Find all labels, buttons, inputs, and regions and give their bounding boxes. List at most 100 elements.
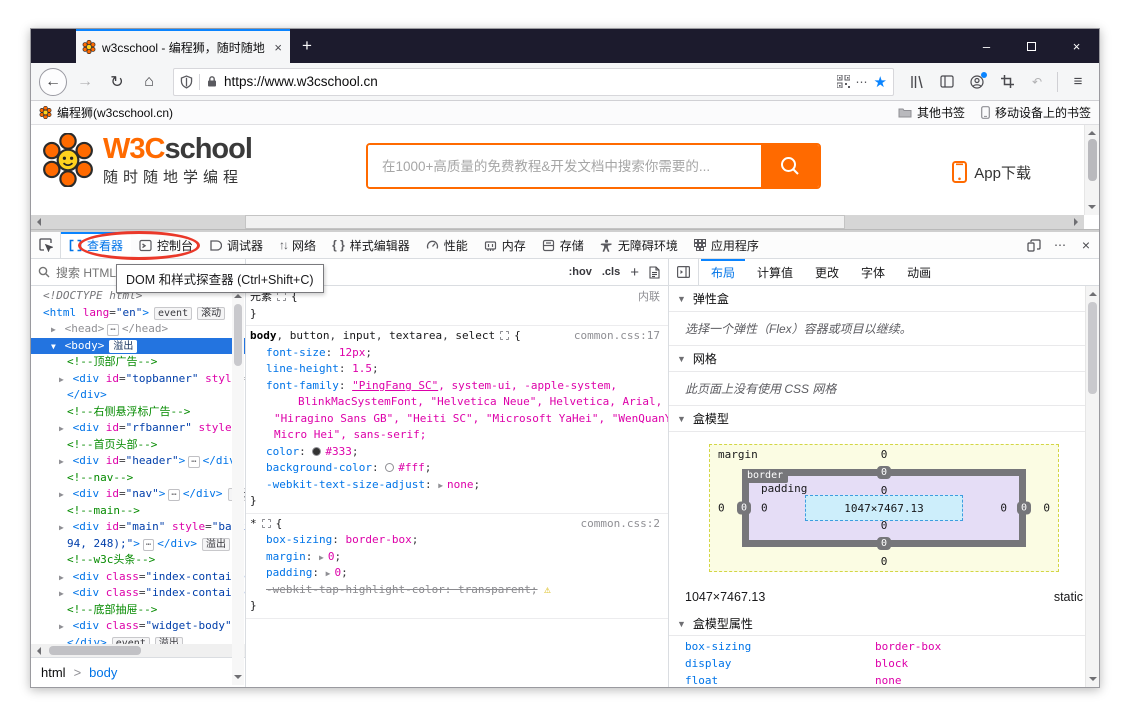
markup-line[interactable]: <!--首页头部-->	[31, 437, 245, 454]
markup-line[interactable]: ▶ <div id="header"> ⋯ </div>	[31, 453, 245, 470]
tab-memory[interactable]: 内存	[476, 232, 534, 258]
markup-line[interactable]: </div>	[31, 387, 245, 404]
css-line[interactable]: background-color: #fff;	[246, 460, 668, 477]
page-vertical-scrollbar[interactable]	[1084, 125, 1099, 215]
markup-line[interactable]: ▶ <div id="main" style="back	[31, 519, 245, 536]
pick-element-button[interactable]	[31, 232, 61, 258]
tab-application[interactable]: 应用程序	[686, 232, 767, 258]
tab-performance[interactable]: 性能	[418, 232, 476, 258]
css-line[interactable]: box-sizing: border-box;	[246, 532, 668, 549]
border-left-value[interactable]: 0	[737, 501, 752, 515]
markup-line[interactable]: ▶ <div class="index-containe	[31, 569, 245, 586]
add-rule-icon[interactable]: +	[630, 264, 639, 281]
forward-button[interactable]: →	[71, 68, 99, 96]
scrollbar-thumb[interactable]	[245, 215, 845, 229]
mobile-bookmarks[interactable]: 移动设备上的书签	[981, 104, 1091, 121]
boxmodel-props-header[interactable]: ▼ 盒模型属性	[669, 612, 1099, 636]
tab-layout[interactable]: 布局	[701, 259, 745, 285]
tree-vertical-scrollbar[interactable]	[232, 288, 244, 685]
layout-vertical-scrollbar[interactable]	[1085, 286, 1099, 687]
lock-icon[interactable]	[206, 75, 218, 88]
css-line[interactable]: line-height: 1.5;	[246, 361, 668, 378]
boxmodel-prop-row[interactable]: float none	[669, 672, 1099, 687]
scroll-up-icon[interactable]	[1086, 286, 1100, 300]
library-icon[interactable]	[904, 69, 930, 95]
scroll-left-icon[interactable]	[31, 644, 45, 658]
home-button[interactable]: ⌂	[135, 68, 163, 96]
tab-style-editor[interactable]: { } 样式编辑器	[324, 232, 418, 258]
boxmodel-section-header[interactable]: ▼ 盒模型	[669, 406, 1099, 432]
markup-line[interactable]: <!--main-->	[31, 503, 245, 520]
account-icon[interactable]	[964, 69, 990, 95]
markup-line[interactable]: ▶ <div class="index-containe	[31, 585, 245, 602]
css-line[interactable]: -webkit-tap-highlight-color: transparent…	[246, 582, 668, 599]
border-right-value[interactable]: 0	[1016, 501, 1031, 515]
scroll-down-icon[interactable]	[1086, 673, 1100, 687]
scrollbar-thumb[interactable]	[49, 646, 141, 655]
css-line[interactable]: common.css:17 body, button, input, textar…	[246, 328, 668, 345]
menu-icon[interactable]: ≡	[1065, 69, 1091, 95]
maximize-button[interactable]	[1009, 29, 1054, 63]
flexbox-section-header[interactable]: ▼ 弹性盒	[669, 286, 1099, 312]
markup-line[interactable]: </div> event 溢出	[31, 635, 245, 644]
tab-changes[interactable]: 更改	[805, 259, 849, 285]
scrollbar-thumb[interactable]	[1088, 302, 1097, 394]
tree-horizontal-scrollbar[interactable]	[31, 644, 245, 657]
w3cschool-logo[interactable]: W3Cschool 随时随地学编程	[41, 133, 253, 187]
shield-icon[interactable]	[180, 74, 193, 89]
tab-storage[interactable]: 存储	[534, 232, 592, 258]
markup-line[interactable]: <!--nav-->	[31, 470, 245, 487]
scrollbar-thumb[interactable]	[234, 304, 242, 366]
url-text[interactable]: https://www.w3cschool.cn	[224, 74, 831, 89]
markup-line[interactable]: <!--w3c头条-->	[31, 552, 245, 569]
pseudo-class-button[interactable]: :hov	[569, 266, 592, 278]
margin-top-value[interactable]: 0	[881, 448, 888, 461]
site-search-input[interactable]	[368, 145, 761, 187]
markup-line[interactable]: ▶ <div id="rfbanner" style="	[31, 420, 245, 437]
back-button[interactable]: ←	[39, 67, 67, 96]
undo-closed-tab-icon[interactable]: ↶	[1024, 69, 1050, 95]
scroll-up-icon[interactable]	[1085, 125, 1099, 139]
margin-left-value[interactable]: 0	[718, 502, 725, 515]
scroll-down-icon[interactable]	[231, 671, 245, 685]
grid-section-header[interactable]: ▼ 网格	[669, 346, 1099, 372]
browser-tab[interactable]: w3cschool - 编程狮，随时随地 ×	[76, 29, 290, 63]
markup-line[interactable]: <!--右侧悬浮标广告-->	[31, 404, 245, 421]
css-line[interactable]: BlinkMacSystemFont, "Helvetica Neue", He…	[246, 394, 668, 411]
css-line[interactable]: }	[246, 306, 668, 323]
tab-accessibility[interactable]: 无障碍环境	[592, 232, 686, 258]
scroll-down-icon[interactable]	[1085, 201, 1099, 215]
boxmodel-prop-row[interactable]: box-sizing border-box	[669, 638, 1099, 655]
markup-line[interactable]: <!--顶部广告-->	[31, 354, 245, 371]
breadcrumb-html[interactable]: html	[41, 665, 66, 680]
border-top-value[interactable]: 0	[876, 466, 892, 479]
bookmark-star-icon[interactable]: ★	[874, 73, 887, 91]
tab-network[interactable]: ↑↓ 网络	[271, 232, 324, 258]
scroll-left-icon[interactable]	[31, 215, 45, 229]
padding-left-value[interactable]: 0	[761, 502, 768, 515]
markup-line[interactable]: <html lang="en"> event 滚动	[31, 305, 245, 322]
minimize-button[interactable]: –	[964, 29, 1009, 63]
qr-scan-icon[interactable]	[836, 75, 850, 88]
app-download-link[interactable]: App下载	[952, 161, 1031, 183]
markup-line[interactable]: 94, 248);"> ⋯ </div> 溢出	[31, 536, 245, 553]
scroll-right-icon[interactable]	[1070, 215, 1084, 229]
markup-line[interactable]: ▼ <body> 溢出	[31, 337, 245, 354]
page-horizontal-scrollbar[interactable]	[31, 215, 1084, 229]
css-line[interactable]: Micro Hei", sans-serif;	[246, 427, 668, 444]
devtools-more-icon[interactable]: ⋯	[1047, 232, 1073, 258]
css-line[interactable]: common.css:2 *{	[246, 516, 668, 533]
scrollbar-thumb[interactable]	[1087, 139, 1097, 181]
tab-close-icon[interactable]: ×	[272, 40, 284, 55]
responsive-design-mode-icon[interactable]	[1021, 232, 1047, 258]
close-button[interactable]: ×	[1054, 29, 1099, 63]
bookmark-item[interactable]: 编程狮(w3cschool.cn)	[39, 104, 173, 121]
page-actions-icon[interactable]: ⋯	[856, 75, 868, 89]
boxmodel-border-region[interactable]: border padding 0 0 0 0 0 0 0 0 1047×7467…	[737, 466, 1031, 550]
tab-inspector[interactable]: 查看器	[61, 232, 132, 258]
tab-animations[interactable]: 动画	[897, 259, 941, 285]
reload-button[interactable]: ↻	[103, 68, 131, 96]
markup-line[interactable]: ▶ <head> ⋯ </head>	[31, 321, 245, 338]
devtools-close-icon[interactable]: ×	[1073, 232, 1099, 258]
screenshot-icon[interactable]	[994, 69, 1020, 95]
